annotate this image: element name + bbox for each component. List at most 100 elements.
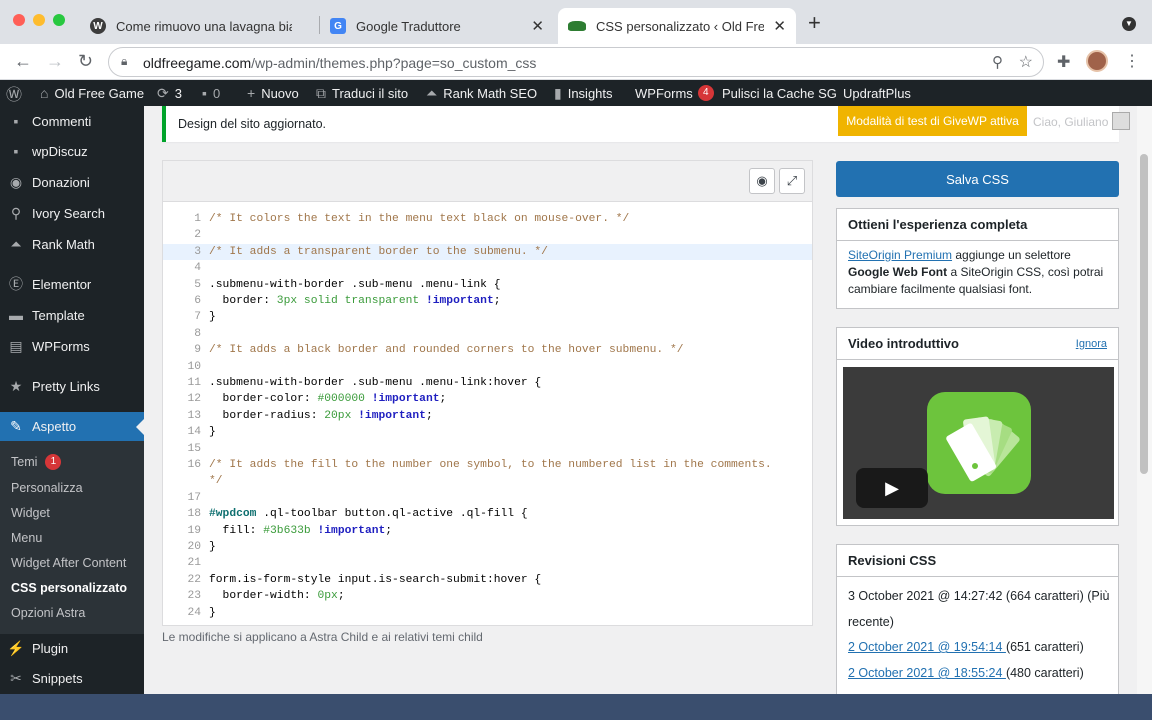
sidebar-item-commenti[interactable]: ▪ Commenti — [0, 106, 144, 136]
code-text: } — [209, 605, 216, 621]
sidebar-item-template[interactable]: ▬ Template — [0, 300, 144, 330]
submenu-css-personalizzato[interactable]: CSS personalizzato — [11, 581, 127, 595]
insights-link[interactable]: ▮ Insights — [554, 80, 613, 106]
translate-site-link[interactable]: ⧉ Traduci il sito — [316, 80, 408, 106]
code-line[interactable]: 5 .submenu-with-border .sub-menu .menu-li… — [163, 277, 812, 293]
code-line[interactable]: 6 border: 3px solid transparent !importa… — [163, 293, 812, 309]
submenu-temi[interactable]: Temi 1 — [11, 454, 62, 470]
submenu-menu[interactable]: Menu — [11, 531, 42, 545]
code-line[interactable]: 20} — [163, 539, 812, 555]
page-scrollbar-thumb[interactable] — [1140, 154, 1148, 474]
code-line[interactable]: */ — [163, 473, 812, 489]
code-line[interactable]: 8 — [163, 326, 812, 342]
sidebar-item-aspetto[interactable]: ✎ Aspetto — [0, 412, 144, 441]
revision-chars: (651 caratteri) — [1005, 640, 1084, 654]
revision-link[interactable]: 2 October 2021 @ 19:54:14 — [848, 640, 1006, 654]
code-line[interactable]: 2 — [163, 227, 812, 243]
profile-avatar[interactable] — [1086, 50, 1108, 72]
forward-button[interactable]: → — [46, 50, 64, 72]
siteorigin-premium-link[interactable]: SiteOrigin Premium — [848, 248, 952, 262]
sidebar-item-rank-math[interactable]: ⏶ Rank Math — [0, 229, 144, 259]
expand-icon[interactable]: ⤢ — [779, 168, 805, 194]
updates-link[interactable]: ⟳ 3 — [157, 80, 182, 106]
tab-search-icon[interactable]: ▼ — [1122, 17, 1136, 31]
tab-3-active[interactable]: CSS personalizzato ‹ Old Free ✕ — [558, 8, 796, 44]
sidebar-item-snippets[interactable]: ✂ Snippets — [0, 663, 144, 693]
sidebar-item-wpdiscuz[interactable]: ▪ wpDiscuz — [0, 136, 144, 166]
code-line[interactable]: 19 fill: #3b633b !important; — [163, 523, 812, 539]
code-line[interactable]: 9 /* It adds a black border and rounded c… — [163, 342, 812, 358]
bookmark-star-icon[interactable]: ☆ — [1019, 52, 1033, 72]
preview-eye-icon[interactable]: ◉ — [749, 168, 775, 194]
sidebar-item-ivory-search[interactable]: ⚲ Ivory Search — [0, 198, 144, 228]
address-bar[interactable]: 🔒︎ oldfreegame.com/wp-admin/themes.php?p… — [108, 47, 1044, 77]
code-line[interactable]: 16 /* It adds the fill to the number one … — [163, 457, 812, 473]
code-line[interactable]: 23 border-width: 0px; — [163, 588, 812, 604]
code-line[interactable]: 11 .submenu-with-border .sub-menu .menu-l… — [163, 375, 812, 391]
save-css-button[interactable]: Salva CSS — [836, 161, 1119, 197]
code-line[interactable]: 22 form.is-form-style input.is-search-sub… — [163, 572, 812, 588]
intro-video[interactable]: ▶ — [843, 367, 1114, 519]
close-tab-icon[interactable]: ✕ — [531, 17, 544, 35]
code-line[interactable]: 12 border-color: #000000 !important; — [163, 391, 812, 407]
submenu-opzioni-astra[interactable]: Opzioni Astra — [11, 606, 85, 620]
submenu-widget-after-content[interactable]: Widget After Content — [11, 556, 126, 570]
zoom-window-button[interactable] — [53, 14, 65, 26]
tab-1[interactable]: W Come rimuovo una lavagna bia — [80, 8, 314, 44]
submenu-widget[interactable]: Widget — [11, 506, 50, 520]
code-line[interactable]: 18 #wpdcom .ql-toolbar button.ql-active .… — [163, 506, 812, 522]
code-text: /* It adds the fill to the number one sy… — [209, 457, 772, 473]
close-tab-icon[interactable]: ✕ — [773, 17, 786, 35]
line-number: 24 — [187, 606, 201, 619]
revision-link[interactable]: 2 October 2021 @ 18:55:24 — [848, 666, 1006, 680]
code-line[interactable]: 7} — [163, 309, 812, 325]
code-line[interactable]: 3 /* It adds a transparent border to the … — [163, 243, 812, 261]
comments-link[interactable]: ▪ 0 — [202, 80, 220, 106]
code-line[interactable]: 10 — [163, 359, 812, 375]
purge-cache-link[interactable]: Pulisci la Cache SG — [722, 80, 837, 106]
user-greeting[interactable]: Ciao, Giuliano — [1033, 115, 1108, 129]
site-name-link[interactable]: ⌂ Old Free Game — [40, 80, 144, 106]
code-line[interactable]: 14} — [163, 424, 812, 440]
updraftplus-link[interactable]: UpdraftPlus — [843, 80, 911, 106]
browser-menu-icon[interactable]: ⋮ — [1124, 51, 1140, 71]
givewp-test-mode-badge[interactable]: Modalità di test di GiveWP attiva — [838, 106, 1027, 136]
new-tab-button[interactable]: + — [808, 12, 821, 34]
reload-button[interactable]: ↻ — [78, 50, 93, 72]
close-window-button[interactable] — [13, 14, 25, 26]
sidebar-item-donazioni[interactable]: ◉ Donazioni — [0, 167, 144, 197]
submenu-personalizza[interactable]: Personalizza — [11, 481, 83, 495]
star-link-icon: ★ — [9, 377, 23, 394]
comment-bubble-icon: ▪ — [202, 85, 207, 101]
code-text: /* It adds a black border and rounded co… — [209, 342, 684, 358]
code-line[interactable]: 21 — [163, 555, 812, 571]
code-line[interactable]: 1 /* It colors the text in the menu text … — [163, 211, 812, 227]
code-line[interactable]: 13 border-radius: 20px !important; — [163, 408, 812, 424]
user-avatar[interactable] — [1112, 112, 1130, 130]
rank-math-link[interactable]: ⏶ Rank Math SEO — [426, 80, 537, 106]
code-line[interactable]: 24} — [163, 605, 812, 621]
ignore-link[interactable]: Ignora — [1076, 338, 1107, 350]
back-button[interactable]: ← — [14, 50, 32, 72]
tab-3-title: CSS personalizzato ‹ Old Free — [596, 18, 764, 34]
new-content-link[interactable]: + Nuovo — [247, 80, 299, 106]
sidebar-item-pretty-links[interactable]: ★ Pretty Links — [0, 371, 144, 401]
wp-logo-button[interactable]: Ⓦ — [6, 80, 28, 106]
tab-2[interactable]: G Google Traduttore ✕ — [320, 8, 554, 44]
wpforms-link[interactable]: WPForms 4 — [635, 80, 714, 106]
sidebar-item-wpforms[interactable]: ▤ WPForms — [0, 331, 144, 361]
code-line[interactable]: 15 — [163, 441, 812, 457]
code-line[interactable]: 4 — [163, 260, 812, 276]
play-button[interactable]: ▶ — [856, 468, 928, 508]
sidebar-item-elementor[interactable]: Ⓔ Elementor — [0, 269, 144, 299]
code-token: /* It colors the text in the menu text b… — [209, 213, 630, 225]
minimize-window-button[interactable] — [33, 14, 45, 26]
elementor-icon: Ⓔ — [9, 276, 23, 292]
zoom-icon[interactable]: ⚲ — [992, 53, 1003, 71]
extensions-puzzle-icon[interactable]: ✚ — [1057, 52, 1070, 72]
code-line[interactable]: 17 — [163, 490, 812, 506]
browser-window: W Come rimuovo una lavagna bia G Google … — [0, 0, 1152, 694]
revision-current: 3 October 2021 @ 14:27:42 (664 caratteri… — [848, 589, 1109, 603]
line-number: 23 — [187, 590, 201, 603]
sidebar-item-plugin[interactable]: ⚡ Plugin — [0, 633, 144, 663]
